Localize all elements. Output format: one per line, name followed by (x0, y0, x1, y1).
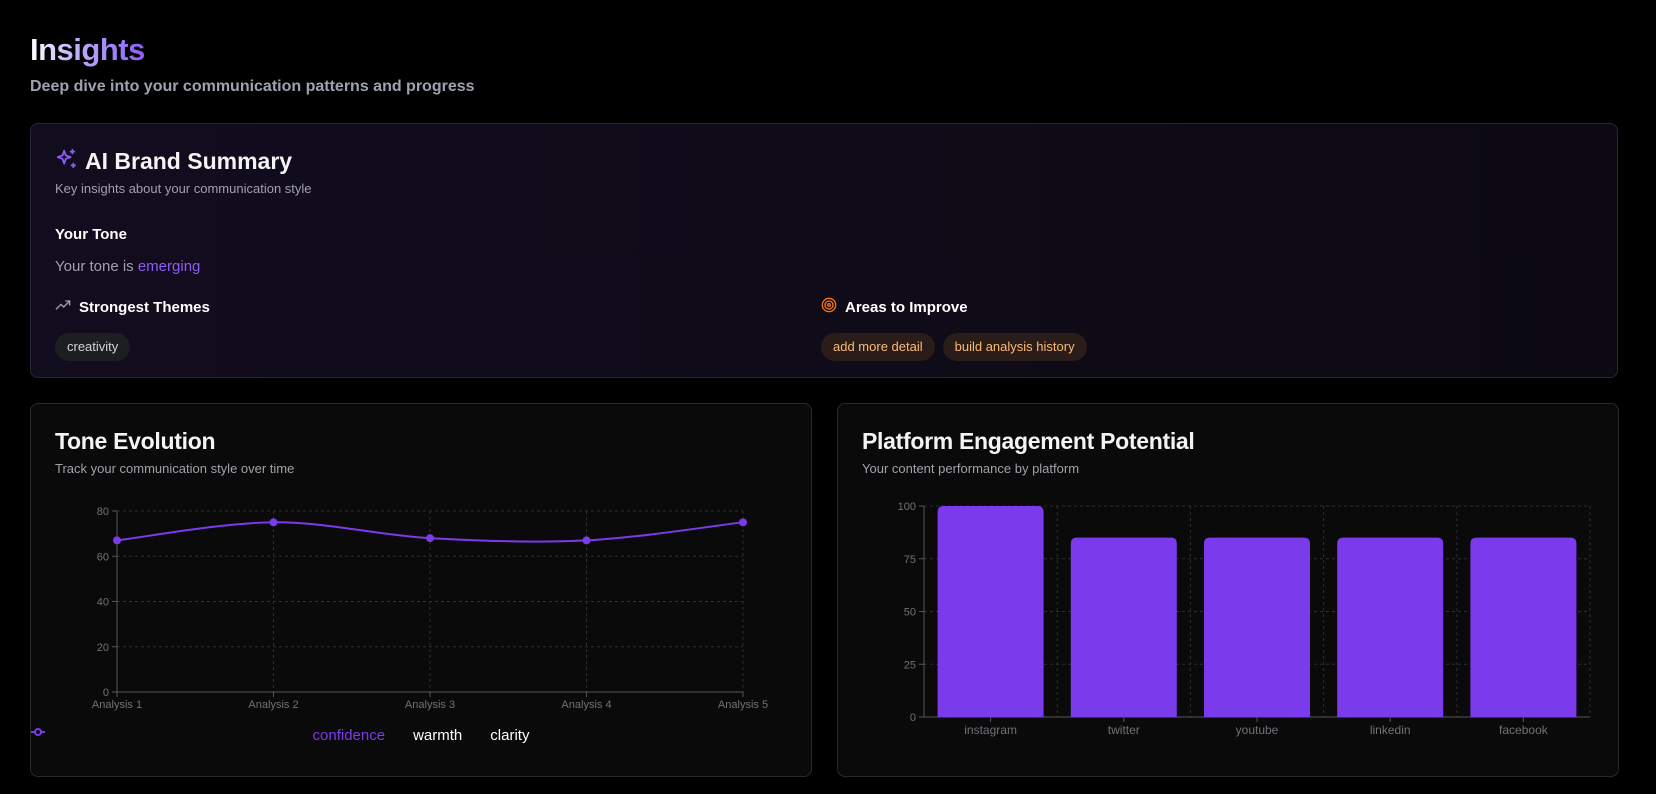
x-tick-label: Analysis 1 (92, 699, 142, 711)
x-tick-label: instagram (964, 723, 1017, 737)
x-tick-label: Analysis 4 (561, 699, 611, 711)
data-point-confidence (582, 536, 591, 545)
data-point-confidence (426, 534, 434, 543)
line-legend-icon (31, 728, 45, 736)
line-chart-legend: confidence warmth clarity (31, 727, 811, 744)
tone-line-chart: 0 20 40 60 80 Analysis 1 Analysis 2 Analysis 3 A… (92, 506, 768, 711)
trending-up-icon (55, 297, 71, 317)
x-tick-label: linkedin (1370, 723, 1411, 737)
improve-title: Areas to Improve (845, 298, 968, 316)
legend-label: warmth (413, 727, 463, 744)
bar-facebook (1470, 537, 1577, 717)
x-tick-label: facebook (1499, 723, 1549, 737)
legend-label: confidence (312, 727, 386, 744)
legend-item-clarity[interactable]: clarity (490, 727, 529, 744)
platform-bar-chart: 0 25 50 75 100 instagram twitter youtube linkedi… (898, 501, 1591, 737)
sparkles-icon (55, 148, 77, 175)
bar-twitter (1070, 537, 1177, 717)
y-tick-label: 0 (910, 712, 916, 724)
bar-instagram (937, 506, 1044, 717)
page-subtitle: Deep dive into your communication patter… (30, 78, 475, 95)
summary-header: AI Brand Summary (55, 148, 292, 175)
x-tick-label: Analysis 3 (405, 699, 455, 711)
tone-label: Your Tone (55, 226, 127, 243)
y-tick-label: 0 (103, 687, 109, 699)
x-tick-label: youtube (1236, 723, 1279, 737)
summary-title: AI Brand Summary (85, 148, 293, 174)
bar-linkedin (1337, 537, 1444, 717)
page-title: Insights (30, 32, 145, 67)
y-tick-label: 75 (904, 554, 916, 566)
themes-title: Strongest Themes (79, 298, 210, 316)
ai-brand-summary-card: AI Brand Summary Key insights about your… (30, 123, 1618, 378)
y-tick-label: 20 (97, 642, 109, 654)
data-point-confidence (113, 536, 121, 545)
y-tick-label: 80 (97, 506, 109, 518)
tone-evolution-card: Tone Evolution Track your communication … (30, 403, 812, 777)
target-icon (821, 297, 837, 317)
data-point-confidence (739, 518, 747, 527)
y-tick-label: 100 (898, 501, 916, 513)
tone-statement: Your tone is emerging (55, 258, 200, 275)
x-tick-label: Analysis 2 (248, 699, 298, 711)
tone-value: emerging (137, 258, 201, 275)
platform-engagement-card: Platform Engagement Potential Your conte… (837, 403, 1619, 777)
x-tick-label: Analysis 5 (718, 699, 768, 711)
y-tick-label: 25 (904, 659, 916, 671)
tone-prefix: Your tone is (55, 258, 134, 275)
legend-item-confidence[interactable]: confidence (31, 727, 386, 744)
legend-label: clarity (490, 727, 530, 744)
theme-chip: creativity (55, 333, 131, 361)
improve-chip: add more detail (821, 333, 935, 361)
areas-to-improve-section: Areas to Improve add more detail build a… (821, 297, 1087, 361)
legend-item-warmth[interactable]: warmth (413, 727, 462, 744)
x-tick-label: twitter (1108, 723, 1140, 737)
y-tick-label: 60 (97, 551, 109, 563)
data-point-confidence (269, 518, 278, 527)
strongest-themes-section: Strongest Themes creativity (55, 297, 210, 361)
bar-youtube (1204, 537, 1310, 717)
improve-chip: build analysis history (942, 333, 1087, 361)
y-tick-label: 40 (97, 597, 109, 609)
y-tick-label: 50 (904, 607, 916, 619)
summary-description: Key insights about your communication st… (55, 181, 312, 196)
